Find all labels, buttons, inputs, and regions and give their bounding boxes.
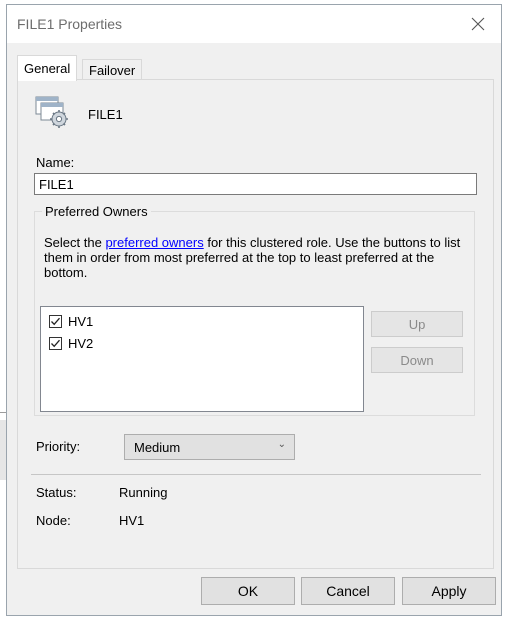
general-tab-panel: FILE1 Name: Preferred Owners Select the … [17,79,494,569]
owner-name: HV2 [68,335,94,351]
name-label: Name: [36,155,75,170]
cancel-label: Cancel [326,583,370,599]
tab-failover[interactable]: Failover [82,59,143,81]
owner-checkbox-hv1[interactable] [49,314,62,328]
node-label: Node: [36,513,71,528]
preferred-owners-list[interactable]: HV1 HV2 [40,306,364,412]
preferred-owners-legend: Preferred Owners [45,204,148,219]
status-value: Running [119,485,168,500]
chevron-down-icon: ⌄ [277,439,286,450]
apply-button[interactable]: Apply [402,577,496,605]
cancel-button[interactable]: Cancel [301,577,395,605]
apply-label: Apply [431,583,467,599]
priority-label: Priority: [36,439,81,454]
node-value: HV1 [119,513,145,528]
move-down-label: Down [400,352,434,368]
window-title: FILE1 Properties [17,16,123,32]
ok-button[interactable]: OK [201,577,295,605]
status-label: Status: [36,485,77,500]
tab-failover-label: Failover [89,63,136,78]
checkmark-icon [51,317,60,325]
separator [31,474,481,475]
list-item[interactable]: HV2 [49,334,93,352]
checkmark-icon [51,339,60,347]
list-item[interactable]: HV1 [49,312,93,330]
close-icon [471,17,485,31]
priority-dropdown[interactable]: Medium ⌄ [124,434,295,460]
title-bar: FILE1 Properties [7,5,501,43]
description-text-start: Select the [44,235,106,250]
owner-name: HV1 [68,313,94,329]
owner-checkbox-hv2[interactable] [49,336,62,350]
move-up-button[interactable]: Up [371,311,463,337]
move-up-label: Up [408,316,426,332]
close-button[interactable] [455,5,501,43]
preferred-owners-description: Select the preferred owners for this clu… [44,235,468,280]
tab-general[interactable]: General [17,55,78,81]
move-down-button[interactable]: Down [371,347,463,373]
name-input[interactable] [34,173,477,195]
ok-label: OK [237,583,259,599]
tab-general-label: General [24,61,71,76]
clustered-role-icon [35,96,68,128]
priority-value: Medium [134,440,181,455]
properties-dialog: FILE1 Properties General Failover FILE1 … [6,4,502,616]
role-name: FILE1 [88,107,123,122]
preferred-owners-link[interactable]: preferred owners [105,235,203,250]
